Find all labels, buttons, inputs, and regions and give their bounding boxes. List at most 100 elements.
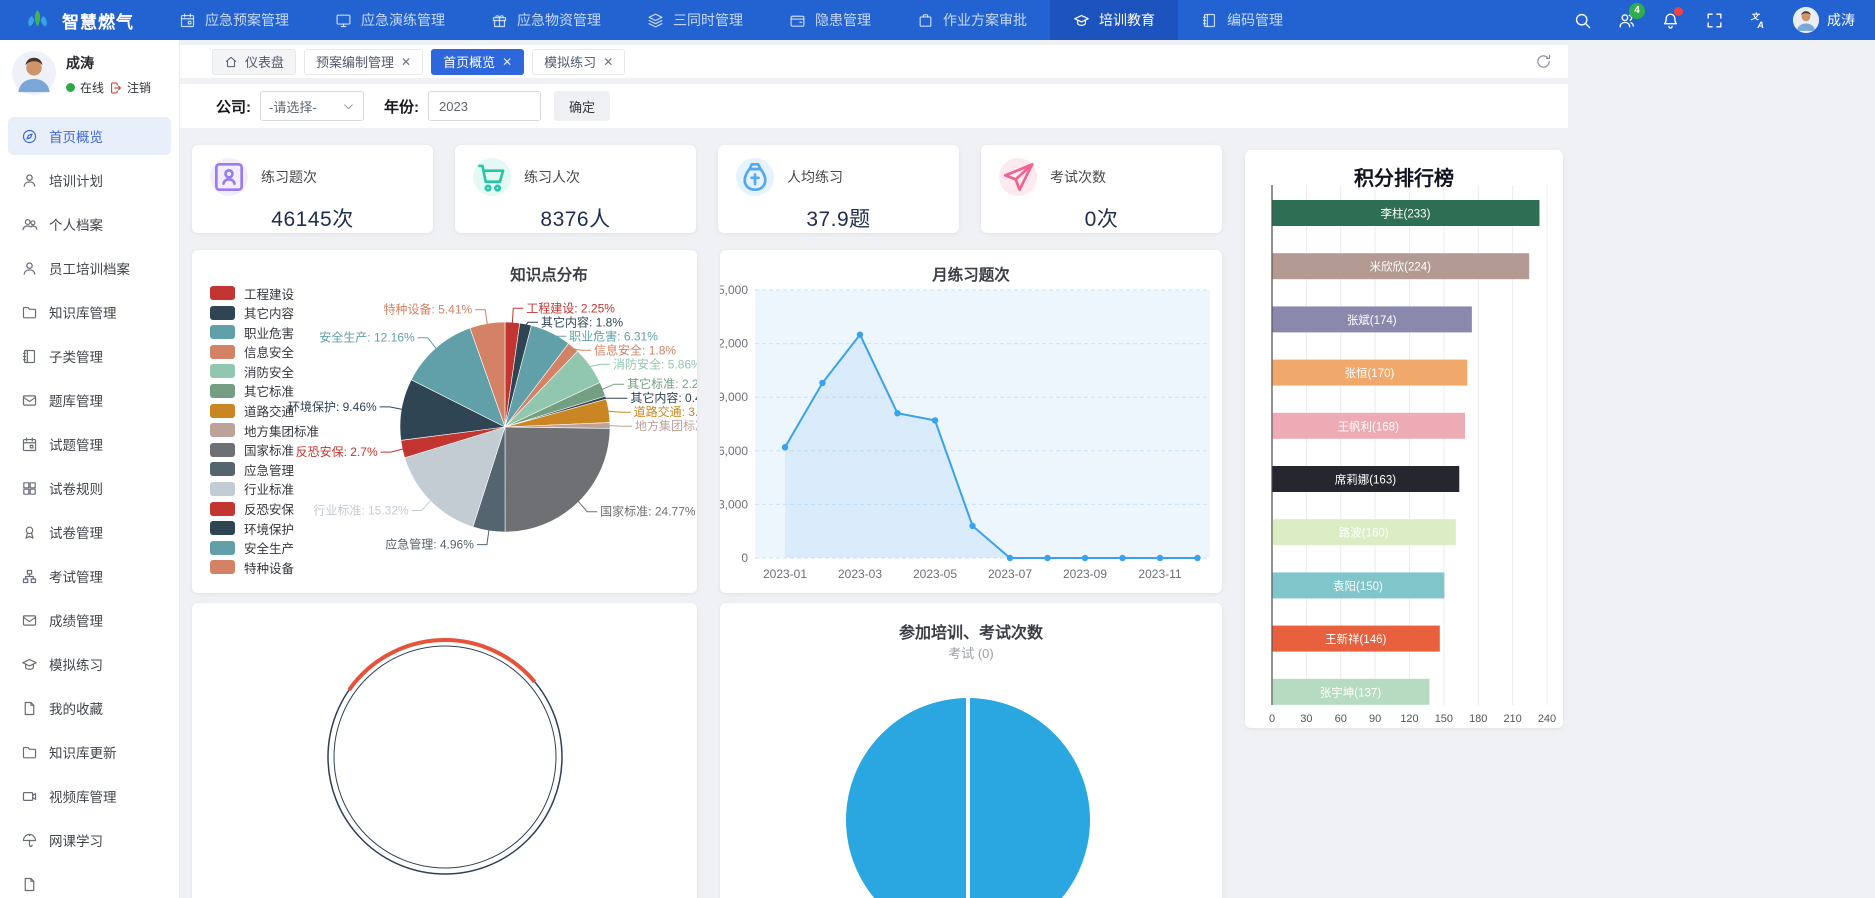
year-input[interactable] — [428, 91, 541, 121]
brand[interactable]: 智慧燃气 — [0, 0, 156, 40]
bag-icon — [917, 12, 934, 29]
bell-icon[interactable] — [1661, 6, 1683, 30]
topnav-item-5[interactable]: 作业方案审批 — [894, 0, 1050, 40]
sidebar-item-2[interactable]: 个人档案 — [8, 205, 171, 243]
chevron-down-icon — [342, 100, 355, 113]
sidebar-item-17[interactable] — [8, 865, 171, 898]
logout-button[interactable]: 注销 — [109, 79, 151, 96]
legend-swatch — [210, 383, 235, 398]
sidebar-item-15[interactable]: 视频库管理 — [8, 777, 171, 815]
company-select[interactable]: -请选择- — [260, 91, 364, 121]
sidebar-item-16[interactable]: 网课学习 — [8, 821, 171, 859]
svg-text:0: 0 — [741, 551, 748, 565]
search-icon[interactable] — [1573, 11, 1592, 30]
topnav-item-1[interactable]: 应急演练管理 — [312, 0, 468, 40]
sidebar-item-8[interactable]: 试卷规则 — [8, 469, 171, 507]
sidebar-item-0[interactable]: 首页概览 — [8, 117, 171, 155]
sidebar-item-9[interactable]: 试卷管理 — [8, 513, 171, 551]
stat-value: 0次 — [1084, 208, 1119, 231]
sidebar-item-1[interactable]: 培训计划 — [8, 161, 171, 199]
sidebar-item-10[interactable]: 考试管理 — [8, 557, 171, 595]
stat-label: 练习人次 — [524, 169, 580, 185]
topnav-menu: 应急预案管理 应急演练管理 应急物资管理 三同时管理 隐患管理 作业方案审批 培训教育 编码管… — [156, 0, 1306, 40]
svg-text:袁阳(150): 袁阳(150) — [1333, 580, 1383, 593]
pie-legend-item-14[interactable]: 特种设备 — [210, 560, 319, 576]
calendar-icon — [179, 12, 196, 29]
sidebar-item-13[interactable]: 我的收藏 — [8, 689, 171, 727]
pie-legend-item-2[interactable]: 职业危害 — [210, 325, 319, 341]
topnav-item-0[interactable]: 应急预案管理 — [156, 0, 312, 40]
legend-swatch — [210, 325, 235, 340]
stat-value: 8376人 — [540, 208, 611, 231]
topnav-item-4[interactable]: 隐患管理 — [766, 0, 894, 40]
sidebar-avatar — [12, 51, 56, 95]
tab-2[interactable]: 首页概览 ✕ — [431, 48, 525, 75]
legend-swatch — [210, 560, 235, 575]
legend-swatch — [210, 286, 235, 300]
refresh-icon[interactable] — [1535, 53, 1552, 70]
topnav-user[interactable]: 成涛 — [1793, 7, 1855, 33]
topnav-item-7[interactable]: 编码管理 — [1178, 0, 1306, 40]
sidebar-item-3[interactable]: 员工培训档案 — [8, 249, 171, 287]
svg-text:2023-03: 2023-03 — [838, 567, 882, 581]
translate-icon[interactable]: 文A — [1749, 11, 1768, 29]
training-exam-legend[interactable]: 考试 (0) — [720, 643, 1222, 662]
svg-text:2023-09: 2023-09 — [1063, 567, 1107, 581]
close-icon[interactable]: ✕ — [603, 55, 613, 69]
pie-legend-item-10[interactable]: 行业标准 — [210, 481, 319, 497]
svg-text:行业标准: 15.32%: 行业标准: 15.32% — [313, 504, 409, 518]
svg-text:国家标准: 24.77%: 国家标准: 24.77% — [600, 504, 696, 519]
avatar — [1793, 7, 1819, 33]
user-group-icon[interactable]: 4 — [1617, 2, 1645, 30]
pie-legend-item-11[interactable]: 反恐安保 — [210, 501, 319, 517]
svg-text:道路交通: 3.6%: 道路交通: 3.6% — [634, 404, 697, 419]
sidebar-item-5[interactable]: 子类管理 — [8, 337, 171, 375]
pie-legend-item-8[interactable]: 国家标准 — [210, 442, 319, 458]
close-icon[interactable]: ✕ — [502, 55, 512, 69]
pie-legend-item-5[interactable]: 其它标准 — [210, 383, 319, 399]
pie-legend-item-3[interactable]: 信息安全 — [210, 344, 319, 360]
pie-legend-item-7[interactable]: 地方集团标准 — [210, 423, 319, 439]
monthly-line-chart[interactable]: 0 3,000 6,000 9,000 12,000 15,000 2023-01 2023-… — [720, 250, 1222, 593]
tab-3[interactable]: 模拟练习 ✕ — [532, 48, 626, 75]
sidebar-item-7[interactable]: 试题管理 — [8, 425, 171, 463]
sidebar-item-14[interactable]: 知识库更新 — [8, 733, 171, 771]
video-icon — [21, 788, 38, 805]
score-ranking-chart[interactable]: 0 30 60 90 120 150 180 210 240 李柱(233) 米欣欣(224) 张斌(… — [1245, 150, 1563, 728]
pie-legend-item-9[interactable]: 应急管理 — [210, 462, 319, 478]
pie-legend-item-13[interactable]: 安全生产 — [210, 540, 319, 556]
topnav-item-6[interactable]: 培训教育 — [1050, 0, 1178, 40]
gradcap-icon — [1073, 12, 1090, 29]
close-icon[interactable]: ✕ — [401, 55, 411, 69]
svg-text:12,000: 12,000 — [720, 337, 748, 351]
sidebar-item-6[interactable]: 题库管理 — [8, 381, 171, 419]
pie-legend-item-6[interactable]: 道路交通 — [210, 403, 319, 419]
pie-legend-item-12[interactable]: 环境保护 — [210, 521, 319, 537]
svg-text:李柱(233): 李柱(233) — [1381, 207, 1431, 221]
sidebar-item-11[interactable]: 成绩管理 — [8, 601, 171, 639]
alert-dot — [1674, 6, 1683, 16]
training-exam-title: 参加培训、考试次数 — [898, 625, 1043, 642]
layers-icon — [647, 12, 664, 29]
ranking-title: 积分排行榜 — [1354, 168, 1454, 190]
wallet-icon — [789, 12, 806, 29]
notification-count-badge: 4 — [1629, 2, 1645, 19]
svg-text:特种设备: 5.41%: 特种设备: 5.41% — [384, 302, 473, 317]
pie-legend-item-0[interactable]: 工程建设 — [210, 286, 319, 302]
sidebar-user-name: 成涛 — [66, 55, 94, 71]
svg-text:2023-07: 2023-07 — [988, 567, 1032, 581]
doc-icon — [21, 876, 38, 893]
pie-legend-item-4[interactable]: 消防安全 — [210, 364, 319, 380]
legend-swatch — [210, 501, 235, 516]
svg-text:180: 180 — [1469, 713, 1487, 725]
fullscreen-icon[interactable] — [1705, 11, 1724, 30]
topnav-item-3[interactable]: 三同时管理 — [624, 0, 766, 40]
confirm-button[interactable]: 确定 — [554, 91, 611, 121]
tab-0[interactable]: 仪表盘 — [212, 48, 297, 75]
topnav-item-2[interactable]: 应急物资管理 — [468, 0, 624, 40]
sidebar-item-12[interactable]: 模拟练习 — [8, 645, 171, 683]
tab-1[interactable]: 预案编制管理 ✕ — [304, 48, 424, 75]
sidebar-item-4[interactable]: 知识库管理 — [8, 293, 171, 331]
pie-legend-item-1[interactable]: 其它内容 — [210, 305, 319, 321]
ring-chart[interactable] — [192, 603, 697, 898]
